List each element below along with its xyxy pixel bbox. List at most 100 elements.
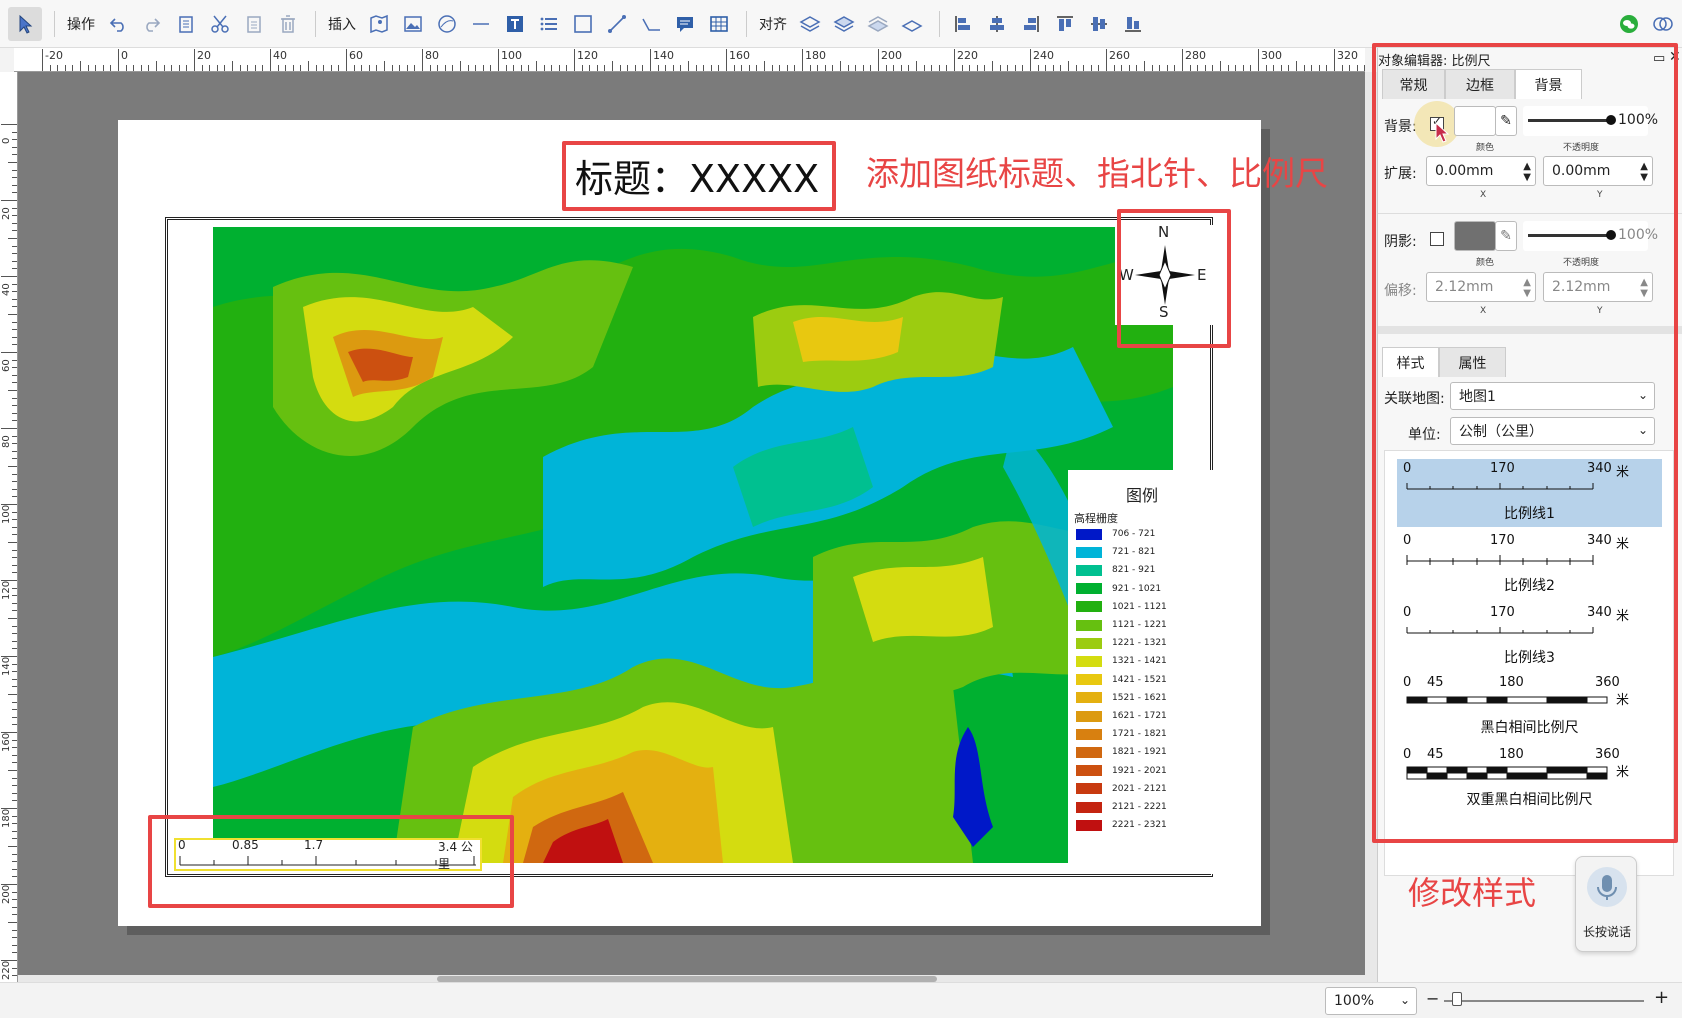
- send-backward-icon[interactable]: [863, 7, 893, 41]
- voice-input-button[interactable]: 长按说话: [1575, 856, 1637, 952]
- v-ruler-tick: [12, 944, 17, 946]
- h-ruler-tick: [893, 65, 895, 71]
- h-ruler-tick: [961, 65, 963, 71]
- v-ruler-tick: [12, 184, 17, 186]
- v-ruler-tick: [12, 823, 17, 825]
- v-ruler-tick: [1, 960, 17, 961]
- undo-icon[interactable]: [103, 7, 133, 41]
- zoom-out-icon[interactable]: −: [1426, 989, 1439, 1008]
- v-ruler-tick: [12, 321, 17, 323]
- h-ruler-tick: [931, 65, 933, 71]
- legend[interactable]: 图例 高程栅度 706 - 721 721 - 821 821 - 921 921 -…: [1068, 470, 1213, 874]
- align-menu-button[interactable]: 对齐: [755, 7, 791, 41]
- legend-item-label: 1421 - 1521: [1112, 674, 1167, 685]
- h-ruler-tick: [916, 61, 917, 71]
- paste-icon[interactable]: [239, 7, 269, 41]
- v-ruler-tick: [8, 238, 17, 239]
- h-ruler-tick: [627, 65, 629, 71]
- legend-item: 1621 - 1721: [1076, 710, 1167, 722]
- v-ruler-tick: [12, 253, 17, 255]
- v-ruler-tick: [12, 937, 17, 939]
- insert-text-icon[interactable]: [500, 7, 530, 41]
- v-ruler-tick: [8, 922, 17, 923]
- h-ruler-tick: [414, 65, 416, 71]
- wechat-icon[interactable]: [1614, 7, 1644, 41]
- v-ruler-tick: [1, 352, 17, 353]
- h-ruler-tick: [741, 65, 743, 71]
- v-ruler-tick: [12, 336, 17, 338]
- cut-icon[interactable]: [205, 7, 235, 41]
- v-ruler-label: 80: [1, 435, 12, 448]
- v-ruler-tick: [12, 747, 17, 749]
- h-ruler-tick: [239, 65, 241, 71]
- legend-swatch: [1076, 692, 1102, 704]
- h-ruler-label: 80: [425, 49, 439, 62]
- h-ruler-label: -20: [45, 49, 63, 62]
- h-ruler-tick: [384, 61, 385, 71]
- align-left-icon[interactable]: [948, 7, 978, 41]
- select-tool-icon[interactable]: [8, 6, 42, 41]
- h-ruler-tick: [209, 65, 211, 71]
- insert-callout-line-icon[interactable]: [636, 7, 666, 41]
- delete-icon[interactable]: [273, 7, 303, 41]
- bring-forward-icon[interactable]: [829, 7, 859, 41]
- insert-list-icon[interactable]: [534, 7, 564, 41]
- legend-item: 1721 - 1821: [1076, 728, 1167, 740]
- align-center-icon[interactable]: [982, 7, 1012, 41]
- h-ruler-tick: [528, 65, 530, 71]
- h-ruler-tick: [1197, 65, 1199, 71]
- v-ruler-tick: [12, 587, 17, 589]
- h-ruler-tick: [163, 65, 165, 71]
- insert-polyline-icon[interactable]: [602, 7, 632, 41]
- v-ruler-tick: [12, 222, 17, 224]
- v-ruler-tick: [8, 314, 17, 315]
- operate-menu-button[interactable]: 操作: [63, 7, 99, 41]
- h-ruler-tick: [1166, 65, 1168, 71]
- insert-comment-icon[interactable]: [670, 7, 700, 41]
- h-ruler-tick: [1235, 65, 1237, 71]
- insert-map-icon[interactable]: [364, 7, 394, 41]
- align-middle-icon[interactable]: [1084, 7, 1114, 41]
- zoom-slider-knob[interactable]: [1452, 992, 1462, 1006]
- dem-elevation-map[interactable]: [213, 227, 1173, 863]
- insert-line-icon[interactable]: [466, 7, 496, 41]
- h-ruler-tick: [140, 65, 142, 71]
- zoom-in-icon[interactable]: +: [1654, 987, 1669, 1008]
- h-ruler-tick: [756, 65, 758, 71]
- v-ruler-tick: [12, 739, 17, 741]
- v-ruler-tick: [12, 131, 17, 133]
- h-ruler-tick: [1136, 65, 1138, 71]
- align-top-icon[interactable]: [1050, 7, 1080, 41]
- insert-table-icon[interactable]: [704, 7, 734, 41]
- align-right-icon[interactable]: [1016, 7, 1046, 41]
- redo-icon[interactable]: [137, 7, 167, 41]
- share-icon[interactable]: [1648, 7, 1678, 41]
- h-ruler-tick: [1296, 61, 1297, 71]
- annotation-bottom-text: 修改样式: [1408, 874, 1537, 912]
- h-ruler-tick: [376, 65, 378, 71]
- v-ruler-tick: [12, 838, 17, 840]
- v-ruler-tick: [12, 815, 17, 817]
- h-ruler-tick: [809, 65, 811, 71]
- h-ruler-tick: [870, 65, 872, 71]
- insert-globe-icon[interactable]: [432, 7, 462, 41]
- insert-rectangle-icon[interactable]: [568, 7, 598, 41]
- insert-menu-button[interactable]: 插入: [324, 7, 360, 41]
- bring-to-front-icon[interactable]: [795, 7, 825, 41]
- v-ruler-tick: [12, 686, 17, 688]
- h-ruler-tick: [178, 65, 180, 71]
- h-ruler-tick: [1334, 49, 1335, 71]
- h-ruler-tick: [1341, 65, 1343, 71]
- align-bottom-icon[interactable]: [1118, 7, 1148, 41]
- legend-item: 1021 - 1121: [1076, 601, 1167, 613]
- v-ruler-tick: [8, 162, 17, 163]
- insert-image-icon[interactable]: [398, 7, 428, 41]
- zoom-select[interactable]: 100% ⌄: [1325, 987, 1417, 1015]
- v-ruler-tick: [12, 329, 17, 331]
- copy-format-icon[interactable]: [171, 7, 201, 41]
- h-ruler-tick: [1311, 65, 1313, 71]
- send-to-back-icon[interactable]: [897, 7, 927, 41]
- legend-swatch: [1076, 637, 1102, 649]
- legend-item-label: 821 - 921: [1112, 565, 1156, 576]
- zoom-slider[interactable]: [1444, 1000, 1644, 1002]
